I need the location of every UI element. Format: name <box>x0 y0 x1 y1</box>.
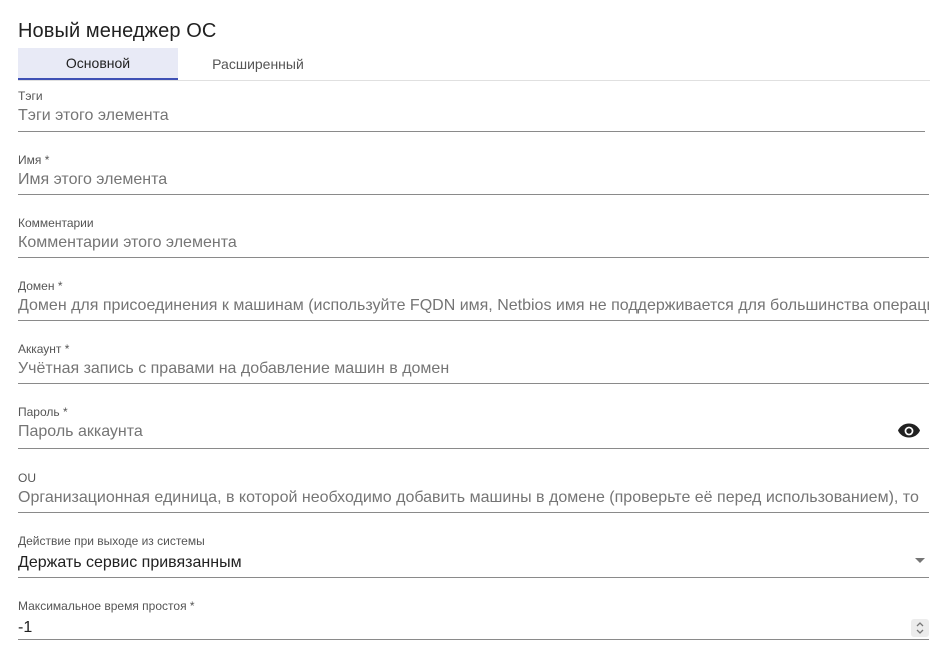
tab-bar: Основной Расширенный <box>18 48 930 81</box>
comments-underline <box>18 257 929 258</box>
number-spinner-icon[interactable] <box>911 619 929 637</box>
new-os-manager-dialog: Новый менеджер ОС Основной Расширенный Т… <box>0 0 943 658</box>
account-underline <box>18 383 929 384</box>
chevron-down-icon[interactable] <box>915 558 925 563</box>
name-underline <box>18 194 929 195</box>
logout-action-select[interactable]: Держать сервис привязанным <box>18 552 929 574</box>
ou-input[interactable] <box>18 487 929 509</box>
max-idle-label: Максимальное время простоя * <box>18 599 195 613</box>
max-idle-input[interactable]: -1 <box>18 617 929 639</box>
name-input[interactable] <box>18 169 929 191</box>
tags-input[interactable] <box>18 105 925 127</box>
eye-icon[interactable] <box>897 423 921 439</box>
tab-main[interactable]: Основной <box>18 48 178 80</box>
logout-action-label: Действие при выходе из системы <box>18 534 205 548</box>
ou-underline <box>18 512 929 513</box>
ou-label: OU <box>18 471 36 485</box>
comments-label: Комментарии <box>18 216 94 230</box>
domain-underline <box>18 320 929 321</box>
domain-label: Домен * <box>18 279 63 293</box>
password-input[interactable] <box>18 421 878 443</box>
logout-action-underline <box>18 577 929 578</box>
tags-underline <box>18 131 925 132</box>
tab-advanced[interactable]: Расширенный <box>178 48 338 79</box>
max-idle-underline <box>18 639 929 640</box>
dialog-title: Новый менеджер ОС <box>18 20 217 42</box>
name-label: Имя * <box>18 153 50 167</box>
account-label: Аккаунт * <box>18 342 70 356</box>
domain-input[interactable] <box>18 295 929 317</box>
password-label: Пароль * <box>18 405 68 419</box>
tags-label: Тэги <box>18 89 43 103</box>
password-underline <box>18 448 929 449</box>
account-input[interactable] <box>18 358 929 380</box>
comments-input[interactable] <box>18 232 929 254</box>
